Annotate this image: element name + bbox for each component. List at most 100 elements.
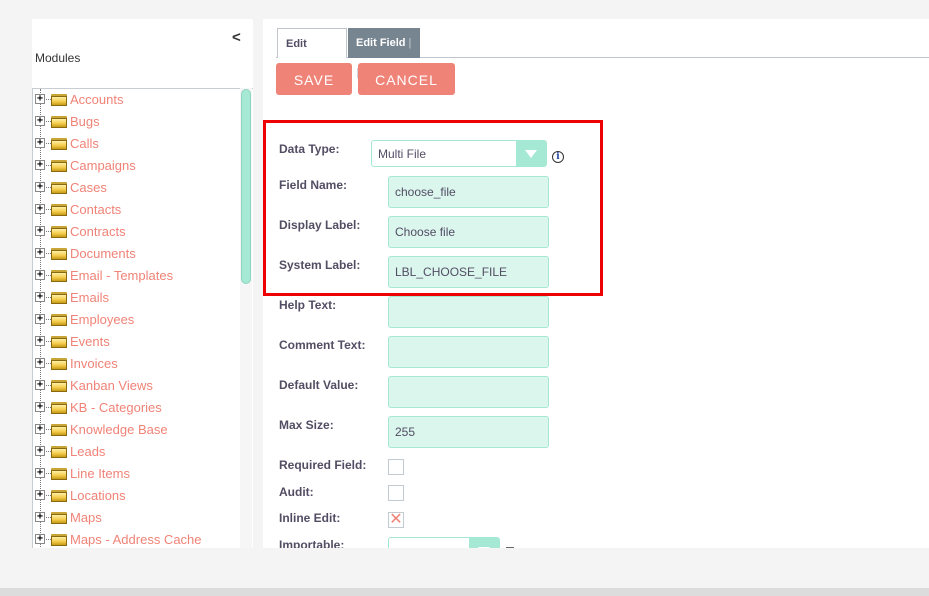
audit-checkbox[interactable] <box>388 485 404 501</box>
importable-dropdown-button[interactable] <box>469 538 499 548</box>
folder-icon <box>51 182 67 194</box>
module-link[interactable]: Cases <box>70 180 107 195</box>
comment-text-label: Comment Text: <box>279 338 366 352</box>
module-tree: + Accounts + Bugs + Calls + Campaigns + Cases + Con… <box>32 88 253 548</box>
module-tree-item[interactable]: + Maps - Address Cache <box>33 529 238 548</box>
module-link[interactable]: Locations <box>70 488 126 503</box>
expand-plus-icon[interactable]: + <box>35 248 45 258</box>
expand-plus-icon[interactable]: + <box>35 314 45 324</box>
module-link[interactable]: Email - Templates <box>70 268 173 283</box>
max-size-input[interactable] <box>388 416 549 448</box>
module-link[interactable]: Accounts <box>70 92 123 107</box>
module-link[interactable]: Employees <box>70 312 134 327</box>
expand-plus-icon[interactable]: + <box>35 94 45 104</box>
info-icon[interactable]: i <box>552 151 564 163</box>
module-tree-item[interactable]: + Emails <box>33 287 238 309</box>
comment-text-input[interactable] <box>388 336 549 368</box>
expand-plus-icon[interactable]: + <box>35 336 45 346</box>
module-link[interactable]: Documents <box>70 246 136 261</box>
module-tree-item[interactable]: + Documents <box>33 243 238 265</box>
module-link[interactable]: Campaigns <box>70 158 136 173</box>
module-link[interactable]: Calls <box>70 136 99 151</box>
folder-icon <box>51 94 67 106</box>
module-link[interactable]: Maps <box>70 510 102 525</box>
expand-plus-icon[interactable]: + <box>35 468 45 478</box>
module-tree-item[interactable]: + Maps <box>33 507 238 529</box>
expand-plus-icon[interactable]: + <box>35 226 45 236</box>
module-link[interactable]: Line Items <box>70 466 130 481</box>
module-link[interactable]: Invoices <box>70 356 118 371</box>
module-link[interactable]: Maps - Address Cache <box>70 532 202 547</box>
tree-scrollbar-thumb[interactable] <box>241 89 251 284</box>
expand-plus-icon[interactable]: + <box>35 182 45 192</box>
expand-plus-icon[interactable]: + <box>35 116 45 126</box>
module-tree-item[interactable]: + Cases <box>33 177 238 199</box>
folder-icon <box>51 314 67 326</box>
module-link[interactable]: Events <box>70 334 110 349</box>
help-text-input[interactable] <box>388 296 549 328</box>
expand-plus-icon[interactable]: + <box>35 402 45 412</box>
system-label-input[interactable] <box>388 256 549 288</box>
folder-icon <box>51 292 67 304</box>
module-tree-item[interactable]: + Leads <box>33 441 238 463</box>
expand-plus-icon[interactable]: + <box>35 204 45 214</box>
module-tree-item[interactable]: + Calls <box>33 133 238 155</box>
folder-icon <box>51 358 67 370</box>
module-link[interactable]: KB - Categories <box>70 400 162 415</box>
module-tree-item[interactable]: + Kanban Views <box>33 375 238 397</box>
cancel-button[interactable]: CANCEL <box>358 63 455 95</box>
edit-field-panel: Edit Fields Edit Field| | SAVE CANCEL Da… <box>263 19 929 548</box>
importable-select[interactable]: Yes <box>388 537 500 548</box>
module-link[interactable]: Contracts <box>70 224 126 239</box>
data-type-select[interactable]: Multi File <box>371 140 547 167</box>
data-type-label: Data Type: <box>279 142 340 156</box>
required-field-checkbox[interactable] <box>388 459 404 475</box>
folder-icon <box>51 490 67 502</box>
expand-plus-icon[interactable]: + <box>35 380 45 390</box>
field-name-label: Field Name: <box>279 178 348 192</box>
chevron-down-icon <box>525 150 537 158</box>
inline-edit-checkbox[interactable]: ✕ <box>388 511 404 528</box>
module-link[interactable]: Kanban Views <box>70 378 153 393</box>
data-type-dropdown-button[interactable] <box>516 141 546 166</box>
expand-plus-icon[interactable]: + <box>35 270 45 280</box>
module-tree-item[interactable]: + Invoices <box>33 353 238 375</box>
expand-plus-icon[interactable]: + <box>35 534 45 544</box>
tab-edit-field[interactable]: Edit Field| | <box>348 28 420 79</box>
save-button[interactable]: SAVE <box>276 63 352 95</box>
checked-x-icon: ✕ <box>389 511 403 528</box>
module-tree-item[interactable]: + Line Items <box>33 463 238 485</box>
module-tree-item[interactable]: + Contacts <box>33 199 238 221</box>
display-label-input[interactable] <box>388 216 549 248</box>
folder-icon <box>51 402 67 414</box>
expand-plus-icon[interactable]: + <box>35 512 45 522</box>
module-tree-item[interactable]: + Bugs <box>33 111 238 133</box>
module-link[interactable]: Knowledge Base <box>70 422 168 437</box>
module-tree-item[interactable]: + Employees <box>33 309 238 331</box>
module-link[interactable]: Leads <box>70 444 105 459</box>
expand-plus-icon[interactable]: + <box>35 160 45 170</box>
chevron-down-icon <box>478 547 490 548</box>
collapse-sidebar-button[interactable]: < <box>232 29 246 47</box>
importable-info-icon[interactable] <box>506 547 514 548</box>
module-link[interactable]: Emails <box>70 290 109 305</box>
default-value-input[interactable] <box>388 376 549 408</box>
expand-plus-icon[interactable]: + <box>35 292 45 302</box>
expand-plus-icon[interactable]: + <box>35 138 45 148</box>
module-link[interactable]: Contacts <box>70 202 121 217</box>
module-tree-item[interactable]: + Events <box>33 331 238 353</box>
module-tree-item[interactable]: + Email - Templates <box>33 265 238 287</box>
field-name-input[interactable] <box>388 176 549 208</box>
expand-plus-icon[interactable]: + <box>35 424 45 434</box>
module-tree-item[interactable]: + Knowledge Base <box>33 419 238 441</box>
module-link[interactable]: Bugs <box>70 114 100 129</box>
expand-plus-icon[interactable]: + <box>35 490 45 500</box>
expand-plus-icon[interactable]: + <box>35 446 45 456</box>
tab-edit-fields[interactable]: Edit Fields <box>277 28 347 80</box>
module-tree-item[interactable]: + KB - Categories <box>33 397 238 419</box>
module-tree-item[interactable]: + Accounts <box>33 89 238 111</box>
module-tree-item[interactable]: + Locations <box>33 485 238 507</box>
module-tree-item[interactable]: + Campaigns <box>33 155 238 177</box>
expand-plus-icon[interactable]: + <box>35 358 45 368</box>
module-tree-item[interactable]: + Contracts <box>33 221 238 243</box>
